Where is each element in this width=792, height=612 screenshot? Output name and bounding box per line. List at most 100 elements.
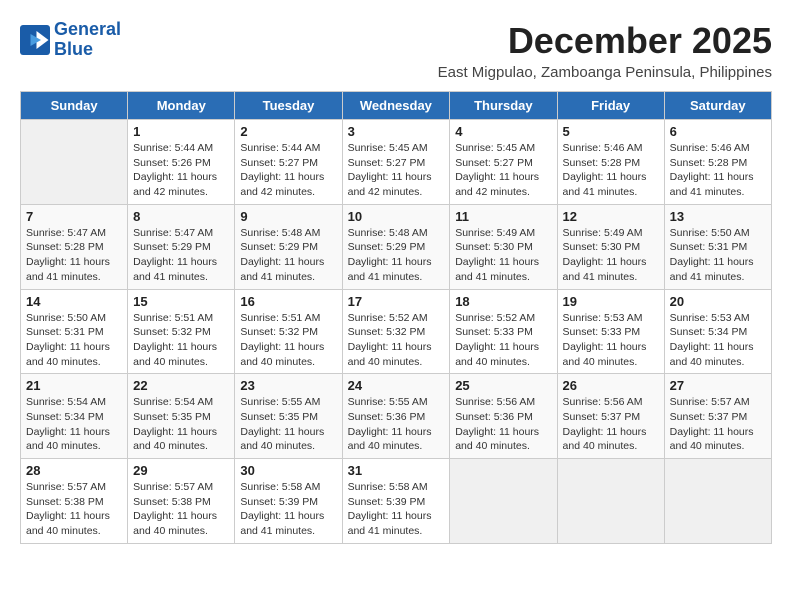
day-info: Sunrise: 5:44 AM Sunset: 5:27 PM Dayligh… <box>240 141 336 200</box>
calendar-cell: 28Sunrise: 5:57 AM Sunset: 5:38 PM Dayli… <box>21 459 128 544</box>
day-number: 30 <box>240 463 336 478</box>
calendar-cell: 14Sunrise: 5:50 AM Sunset: 5:31 PM Dayli… <box>21 289 128 374</box>
day-number: 3 <box>348 124 445 139</box>
day-number: 26 <box>563 378 659 393</box>
column-header-wednesday: Wednesday <box>342 92 450 120</box>
calendar-cell: 27 Sunrise: 5:57 AM Sunset: 5:37 PM Dayli… <box>664 374 771 459</box>
day-info: Sunrise: 5:44 AM Sunset: 5:26 PM Dayligh… <box>133 141 229 200</box>
day-number: 29 <box>133 463 229 478</box>
day-number: 13 <box>670 209 766 224</box>
day-number: 10 <box>348 209 445 224</box>
day-info: Sunrise: 5:45 AM Sunset: 5:27 PM Dayligh… <box>348 141 445 200</box>
calendar-cell: 19 Sunrise: 5:53 AM Sunset: 5:33 PM Dayli… <box>557 289 664 374</box>
day-info: Sunrise: 5:47 AM Sunset: 5:28 PM Dayligh… <box>26 226 122 285</box>
day-number: 7 <box>26 209 122 224</box>
day-info: Sunrise: 5:56 AM Sunset: 5:36 PM Dayligh… <box>455 395 551 454</box>
week-row-3: 14Sunrise: 5:50 AM Sunset: 5:31 PM Dayli… <box>21 289 772 374</box>
day-number: 11 <box>455 209 551 224</box>
day-info: Sunrise: 5:58 AM Sunset: 5:39 PM Dayligh… <box>348 480 445 539</box>
day-info: Sunrise: 5:51 AM Sunset: 5:32 PM Dayligh… <box>240 311 336 370</box>
day-info: Sunrise: 5:48 AM Sunset: 5:29 PM Dayligh… <box>348 226 445 285</box>
day-info: Sunrise: 5:54 AM Sunset: 5:34 PM Dayligh… <box>26 395 122 454</box>
column-header-tuesday: Tuesday <box>235 92 342 120</box>
logo: General Blue <box>20 20 121 60</box>
day-number: 27 <box>670 378 766 393</box>
day-info: Sunrise: 5:57 AM Sunset: 5:38 PM Dayligh… <box>133 480 229 539</box>
logo-text: General Blue <box>54 20 121 60</box>
day-info: Sunrise: 5:55 AM Sunset: 5:35 PM Dayligh… <box>240 395 336 454</box>
column-header-thursday: Thursday <box>450 92 557 120</box>
day-number: 9 <box>240 209 336 224</box>
day-number: 1 <box>133 124 229 139</box>
calendar-cell: 13Sunrise: 5:50 AM Sunset: 5:31 PM Dayli… <box>664 204 771 289</box>
week-row-2: 7 Sunrise: 5:47 AM Sunset: 5:28 PM Daylig… <box>21 204 772 289</box>
logo-icon <box>20 25 50 55</box>
day-number: 17 <box>348 294 445 309</box>
day-number: 20 <box>670 294 766 309</box>
calendar-cell: 7 Sunrise: 5:47 AM Sunset: 5:28 PM Daylig… <box>21 204 128 289</box>
day-number: 31 <box>348 463 445 478</box>
day-info: Sunrise: 5:52 AM Sunset: 5:32 PM Dayligh… <box>348 311 445 370</box>
day-info: Sunrise: 5:45 AM Sunset: 5:27 PM Dayligh… <box>455 141 551 200</box>
calendar-cell: 31 Sunrise: 5:58 AM Sunset: 5:39 PM Dayli… <box>342 459 450 544</box>
day-number: 12 <box>563 209 659 224</box>
day-number: 23 <box>240 378 336 393</box>
day-number: 24 <box>348 378 445 393</box>
calendar-cell: 9Sunrise: 5:48 AM Sunset: 5:29 PM Daylig… <box>235 204 342 289</box>
day-info: Sunrise: 5:46 AM Sunset: 5:28 PM Dayligh… <box>670 141 766 200</box>
day-info: Sunrise: 5:53 AM Sunset: 5:33 PM Dayligh… <box>563 311 659 370</box>
week-row-1: 1 Sunrise: 5:44 AM Sunset: 5:26 PM Daylig… <box>21 120 772 205</box>
day-number: 4 <box>455 124 551 139</box>
calendar-cell <box>557 459 664 544</box>
day-info: Sunrise: 5:53 AM Sunset: 5:34 PM Dayligh… <box>670 311 766 370</box>
calendar-cell: 23 Sunrise: 5:55 AM Sunset: 5:35 PM Dayli… <box>235 374 342 459</box>
day-number: 22 <box>133 378 229 393</box>
day-number: 15 <box>133 294 229 309</box>
day-info: Sunrise: 5:57 AM Sunset: 5:37 PM Dayligh… <box>670 395 766 454</box>
calendar-cell: 30 Sunrise: 5:58 AM Sunset: 5:39 PM Dayli… <box>235 459 342 544</box>
day-info: Sunrise: 5:51 AM Sunset: 5:32 PM Dayligh… <box>133 311 229 370</box>
day-number: 21 <box>26 378 122 393</box>
day-info: Sunrise: 5:57 AM Sunset: 5:38 PM Dayligh… <box>26 480 122 539</box>
calendar-cell: 1 Sunrise: 5:44 AM Sunset: 5:26 PM Daylig… <box>128 120 235 205</box>
day-info: Sunrise: 5:49 AM Sunset: 5:30 PM Dayligh… <box>455 226 551 285</box>
calendar-cell: 22 Sunrise: 5:54 AM Sunset: 5:35 PM Dayli… <box>128 374 235 459</box>
calendar-cell: 3 Sunrise: 5:45 AM Sunset: 5:27 PM Daylig… <box>342 120 450 205</box>
day-number: 6 <box>670 124 766 139</box>
day-info: Sunrise: 5:46 AM Sunset: 5:28 PM Dayligh… <box>563 141 659 200</box>
calendar-cell: 24 Sunrise: 5:55 AM Sunset: 5:36 PM Dayli… <box>342 374 450 459</box>
day-number: 16 <box>240 294 336 309</box>
day-number: 19 <box>563 294 659 309</box>
calendar-cell: 26 Sunrise: 5:56 AM Sunset: 5:37 PM Dayli… <box>557 374 664 459</box>
calendar-cell: 25 Sunrise: 5:56 AM Sunset: 5:36 PM Dayli… <box>450 374 557 459</box>
month-title: December 2025 <box>438 20 772 62</box>
day-info: Sunrise: 5:58 AM Sunset: 5:39 PM Dayligh… <box>240 480 336 539</box>
day-info: Sunrise: 5:50 AM Sunset: 5:31 PM Dayligh… <box>26 311 122 370</box>
day-info: Sunrise: 5:49 AM Sunset: 5:30 PM Dayligh… <box>563 226 659 285</box>
calendar-cell <box>664 459 771 544</box>
day-number: 5 <box>563 124 659 139</box>
calendar-cell: 5 Sunrise: 5:46 AM Sunset: 5:28 PM Daylig… <box>557 120 664 205</box>
calendar-cell: 18 Sunrise: 5:52 AM Sunset: 5:33 PM Dayli… <box>450 289 557 374</box>
calendar-header-row: SundayMondayTuesdayWednesdayThursdayFrid… <box>21 92 772 120</box>
calendar-cell: 4 Sunrise: 5:45 AM Sunset: 5:27 PM Daylig… <box>450 120 557 205</box>
day-info: Sunrise: 5:55 AM Sunset: 5:36 PM Dayligh… <box>348 395 445 454</box>
day-info: Sunrise: 5:56 AM Sunset: 5:37 PM Dayligh… <box>563 395 659 454</box>
day-info: Sunrise: 5:52 AM Sunset: 5:33 PM Dayligh… <box>455 311 551 370</box>
day-info: Sunrise: 5:54 AM Sunset: 5:35 PM Dayligh… <box>133 395 229 454</box>
day-info: Sunrise: 5:47 AM Sunset: 5:29 PM Dayligh… <box>133 226 229 285</box>
column-header-monday: Monday <box>128 92 235 120</box>
day-number: 25 <box>455 378 551 393</box>
day-number: 18 <box>455 294 551 309</box>
calendar-cell: 12 Sunrise: 5:49 AM Sunset: 5:30 PM Dayli… <box>557 204 664 289</box>
calendar-cell: 6 Sunrise: 5:46 AM Sunset: 5:28 PM Daylig… <box>664 120 771 205</box>
calendar-cell: 29 Sunrise: 5:57 AM Sunset: 5:38 PM Dayli… <box>128 459 235 544</box>
calendar-cell: 10 Sunrise: 5:48 AM Sunset: 5:29 PM Dayli… <box>342 204 450 289</box>
column-header-friday: Friday <box>557 92 664 120</box>
day-number: 2 <box>240 124 336 139</box>
calendar-cell: 15 Sunrise: 5:51 AM Sunset: 5:32 PM Dayli… <box>128 289 235 374</box>
location-title: East Migpulao, Zamboanga Peninsula, Phil… <box>438 64 772 81</box>
calendar-cell: 17 Sunrise: 5:52 AM Sunset: 5:32 PM Dayli… <box>342 289 450 374</box>
calendar-cell: 21 Sunrise: 5:54 AM Sunset: 5:34 PM Dayli… <box>21 374 128 459</box>
calendar-cell: 20 Sunrise: 5:53 AM Sunset: 5:34 PM Dayli… <box>664 289 771 374</box>
